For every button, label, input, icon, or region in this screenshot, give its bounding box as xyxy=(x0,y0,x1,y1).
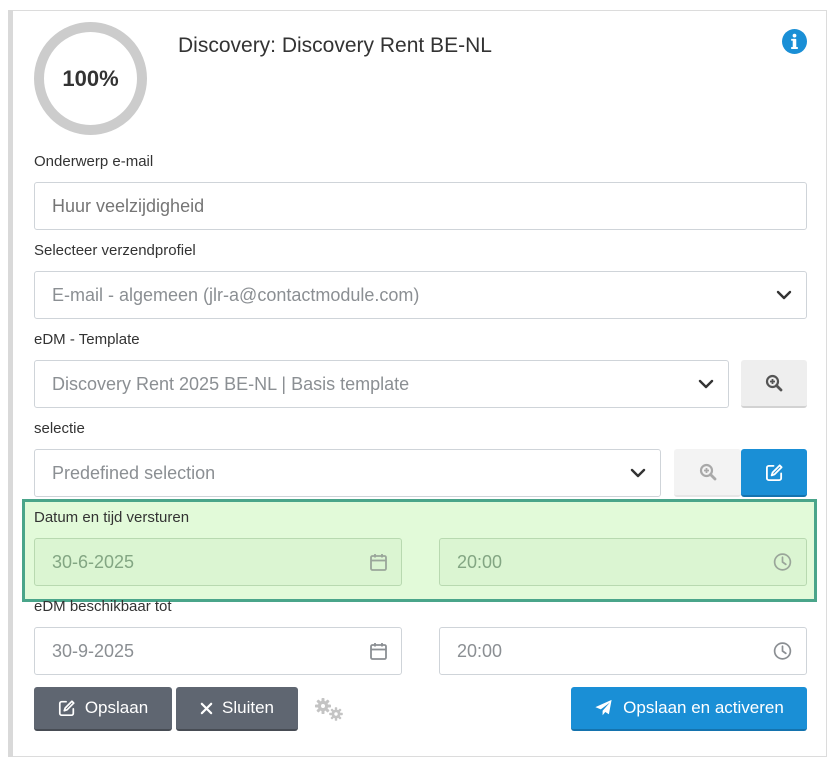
send-date-value: 30-6-2025 xyxy=(52,551,135,572)
selection-label: selectie xyxy=(34,420,85,437)
chevron-down-icon xyxy=(698,379,714,389)
close-button[interactable]: Sluiten xyxy=(176,687,298,731)
chevron-down-icon xyxy=(630,468,646,478)
close-icon xyxy=(200,702,213,714)
close-button-label: Sluiten xyxy=(222,698,274,717)
save-button[interactable]: Opslaan xyxy=(34,687,172,731)
edit-icon xyxy=(58,700,75,717)
profile-select-value: E-mail - algemeen (jlr-a@contactmodule.c… xyxy=(52,284,420,305)
clock-icon xyxy=(773,553,792,571)
selection-select-value: Predefined selection xyxy=(52,462,216,483)
page-title: Discovery: Discovery Rent BE-NL xyxy=(178,34,492,57)
send-time-field[interactable]: 20:00 xyxy=(439,538,807,586)
calendar-icon xyxy=(370,643,387,660)
chevron-down-icon xyxy=(776,290,792,300)
zoom-in-icon xyxy=(765,374,783,392)
template-select[interactable]: Discovery Rent 2025 BE-NL | Basis templa… xyxy=(34,360,729,408)
available-time-field[interactable]: 20:00 xyxy=(439,627,807,675)
paper-plane-icon xyxy=(595,699,612,716)
save-button-label: Opslaan xyxy=(84,698,149,717)
save-and-activate-label: Opslaan en activeren xyxy=(623,698,784,717)
selection-select[interactable]: Predefined selection xyxy=(34,449,661,497)
subject-input[interactable] xyxy=(34,182,807,230)
progress-ring: 100% xyxy=(34,22,147,135)
available-date-field[interactable]: 30-9-2025 xyxy=(34,627,402,675)
available-time-value: 20:00 xyxy=(457,640,503,661)
send-date-field[interactable]: 30-6-2025 xyxy=(34,538,402,586)
info-circle-icon[interactable] xyxy=(782,29,807,54)
subject-label: Onderwerp e-mail xyxy=(34,153,154,170)
edit-icon xyxy=(765,463,783,481)
template-preview-button[interactable] xyxy=(741,360,807,408)
progress-value: 100% xyxy=(62,65,119,91)
zoom-in-icon xyxy=(699,463,716,481)
send-datetime-label: Datum en tijd versturen xyxy=(34,509,190,526)
send-time-value: 20:00 xyxy=(457,551,503,572)
available-date-value: 30-9-2025 xyxy=(52,640,135,661)
selection-preview-button[interactable] xyxy=(674,449,741,497)
calendar-icon xyxy=(370,554,387,571)
profile-label: Selecteer verzendprofiel xyxy=(34,242,196,259)
selection-edit-button[interactable] xyxy=(741,449,807,497)
template-select-value: Discovery Rent 2025 BE-NL | Basis templa… xyxy=(52,373,410,394)
template-label: eDM - Template xyxy=(34,331,140,348)
save-and-activate-button[interactable]: Opslaan en activeren xyxy=(571,687,807,731)
available-until-label: eDM beschikbaar tot xyxy=(34,598,172,615)
gears-icon[interactable] xyxy=(312,697,346,723)
clock-icon xyxy=(773,642,792,660)
profile-select[interactable]: E-mail - algemeen (jlr-a@contactmodule.c… xyxy=(34,271,807,319)
